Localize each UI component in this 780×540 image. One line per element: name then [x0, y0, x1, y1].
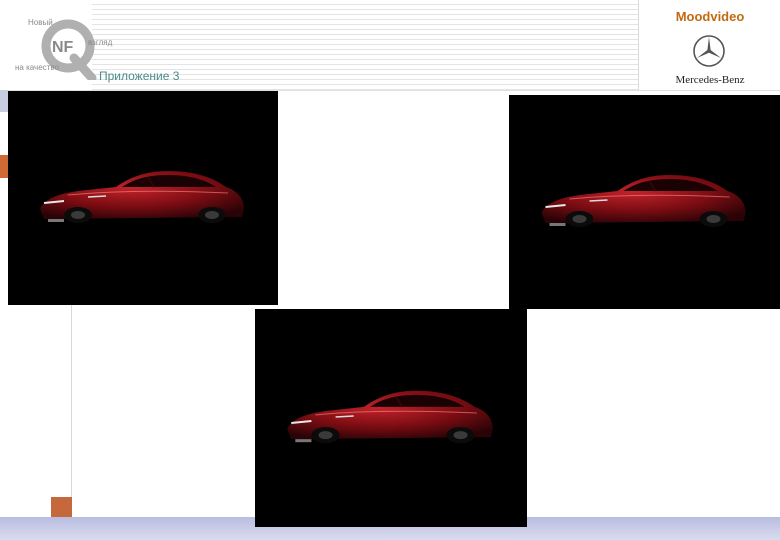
side-accent-orange [0, 155, 8, 178]
brand-title: Moodvideo [675, 9, 745, 24]
logo-word-bottom: на качество [15, 63, 59, 72]
car-image [39, 170, 245, 224]
logo-letters: NF [52, 39, 74, 56]
mercedes-star-icon [693, 35, 725, 67]
side-accent-blue [0, 90, 8, 112]
logo-word-mid: взгляд [88, 38, 113, 47]
car-photo-3 [255, 309, 527, 527]
car-photo-1 [8, 91, 278, 305]
car-image [540, 174, 747, 228]
page-subtitle: Приложение 3 [99, 69, 180, 83]
brand-panel: Moodvideo Mercedes-Benz [638, 0, 780, 90]
corner-orange-square [51, 497, 72, 517]
car-image [286, 389, 494, 445]
logo-word-top: Новый [28, 18, 53, 27]
brand-wordmark: Mercedes-Benz [675, 74, 745, 86]
car-photo-2 [509, 95, 780, 309]
